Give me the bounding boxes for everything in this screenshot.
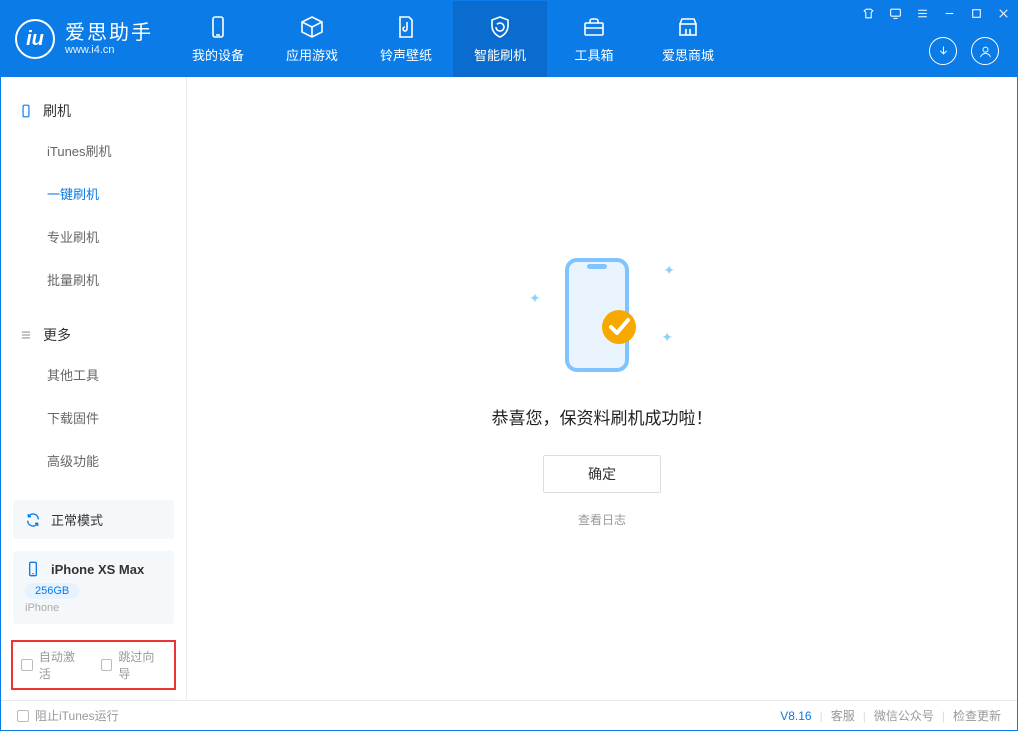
sidebar-item-other-tools[interactable]: 其他工具 — [1, 353, 186, 396]
cube-icon — [300, 15, 324, 39]
nav-label: 爱思商城 — [662, 45, 714, 64]
view-log-link[interactable]: 查看日志 — [578, 511, 626, 528]
phone-success-icon — [557, 255, 647, 375]
nav-store[interactable]: 爱思商城 — [641, 1, 735, 77]
nav-label: 工具箱 — [574, 45, 613, 64]
success-message: 恭喜您，保资料刷机成功啦！ — [492, 404, 713, 429]
app-name-cn: 爱思助手 — [65, 22, 153, 44]
sidebar-item-advanced[interactable]: 高级功能 — [1, 439, 186, 482]
sidebar-item-itunes-flash[interactable]: iTunes刷机 — [1, 129, 186, 172]
sidebar-header-flash: 刷机 — [1, 93, 186, 129]
user-circles — [929, 37, 999, 65]
sidebar-item-batch-flash[interactable]: 批量刷机 — [1, 258, 186, 301]
sparkle-icon: ✦ — [661, 329, 673, 346]
store-icon — [676, 15, 700, 39]
phone-icon — [206, 15, 230, 39]
music-file-icon — [394, 15, 418, 39]
wechat-link[interactable]: 微信公众号 — [874, 707, 934, 724]
nav-apps-games[interactable]: 应用游戏 — [265, 1, 359, 77]
checkbox-icon — [17, 710, 29, 722]
refresh-icon — [25, 512, 41, 528]
skin-icon[interactable] — [860, 5, 876, 21]
window-controls — [860, 5, 1011, 21]
toolbox-icon — [582, 15, 606, 39]
maximize-icon[interactable] — [968, 5, 984, 21]
app-window: iu 爱思助手 www.i4.cn 我的设备 应用游戏 铃声壁纸 智能刷机 — [0, 0, 1018, 731]
nav-ringtone-wallpaper[interactable]: 铃声壁纸 — [359, 1, 453, 77]
nav-my-device[interactable]: 我的设备 — [171, 1, 265, 77]
options-row: 自动激活 跳过向导 — [11, 640, 176, 690]
ok-button[interactable]: 确定 — [543, 455, 661, 493]
sidebar-spacer — [1, 482, 186, 492]
app-name-en: www.i4.cn — [65, 44, 153, 56]
logo-text: 爱思助手 www.i4.cn — [65, 22, 153, 56]
version-label: V8.16 — [780, 709, 811, 723]
device-row: iPhone XS Max — [25, 561, 162, 577]
skip-guide-label: 跳过向导 — [118, 648, 166, 682]
top-nav: 我的设备 应用游戏 铃声壁纸 智能刷机 工具箱 爱思商城 — [171, 1, 735, 77]
minimize-icon[interactable] — [941, 5, 957, 21]
device-name: iPhone XS Max — [51, 562, 144, 577]
refresh-shield-icon — [488, 15, 512, 39]
checkbox-icon — [21, 659, 33, 671]
sidebar: 刷机 iTunes刷机 一键刷机 专业刷机 批量刷机 更多 其他工具 下载固件 — [1, 77, 187, 700]
device-phone-icon — [25, 561, 41, 577]
nav-label: 应用游戏 — [286, 45, 338, 64]
titlebar: iu 爱思助手 www.i4.cn 我的设备 应用游戏 铃声壁纸 智能刷机 — [1, 1, 1017, 77]
nav-toolbox[interactable]: 工具箱 — [547, 1, 641, 77]
sparkle-icon: ✦ — [529, 290, 541, 307]
sidebar-item-pro-flash[interactable]: 专业刷机 — [1, 215, 186, 258]
device-box[interactable]: iPhone XS Max 256GB iPhone — [13, 551, 174, 624]
mode-label: 正常模式 — [51, 510, 103, 529]
support-link[interactable]: 客服 — [831, 707, 855, 724]
close-icon[interactable] — [995, 5, 1011, 21]
main-content: ✦ ✦ ✦ 恭喜您，保资料刷机成功啦！ 确定 查看日志 — [187, 77, 1017, 700]
sidebar-header-more: 更多 — [1, 317, 186, 353]
auto-activate-label: 自动激活 — [39, 648, 87, 682]
menu-icon[interactable] — [914, 5, 930, 21]
separator: | — [820, 709, 823, 723]
nav-label: 铃声壁纸 — [380, 45, 432, 64]
checkbox-icon — [101, 659, 113, 671]
nav-label: 智能刷机 — [474, 45, 526, 64]
sidebar-title: 刷机 — [43, 101, 71, 121]
list-icon — [19, 328, 33, 342]
separator: | — [942, 709, 945, 723]
sidebar-items-more: 其他工具 下载固件 高级功能 — [1, 353, 186, 482]
sparkle-icon: ✦ — [663, 262, 675, 279]
phone-small-icon — [19, 104, 33, 118]
sidebar-item-oneclick-flash[interactable]: 一键刷机 — [1, 172, 186, 215]
sidebar-items-flash: iTunes刷机 一键刷机 专业刷机 批量刷机 — [1, 129, 186, 301]
device-type: iPhone — [25, 602, 162, 614]
block-itunes-checkbox[interactable]: 阻止iTunes运行 — [17, 707, 119, 724]
separator: | — [863, 709, 866, 723]
sidebar-section-more: 更多 其他工具 下载固件 高级功能 — [1, 301, 186, 482]
sidebar-section-flash: 刷机 iTunes刷机 一键刷机 专业刷机 批量刷机 — [1, 77, 186, 301]
mode-box[interactable]: 正常模式 — [13, 500, 174, 539]
statusbar: 阻止iTunes运行 V8.16 | 客服 | 微信公众号 | 检查更新 — [1, 700, 1017, 730]
skip-guide-checkbox[interactable]: 跳过向导 — [101, 648, 167, 682]
statusbar-right: V8.16 | 客服 | 微信公众号 | 检查更新 — [780, 707, 1001, 724]
sidebar-title: 更多 — [43, 325, 71, 345]
logo[interactable]: iu 爱思助手 www.i4.cn — [1, 1, 171, 77]
body: 刷机 iTunes刷机 一键刷机 专业刷机 批量刷机 更多 其他工具 下载固件 — [1, 77, 1017, 700]
check-update-link[interactable]: 检查更新 — [953, 707, 1001, 724]
block-itunes-label: 阻止iTunes运行 — [35, 707, 119, 724]
device-capacity: 256GB — [25, 583, 79, 599]
logo-icon: iu — [15, 19, 55, 59]
auto-activate-checkbox[interactable]: 自动激活 — [21, 648, 87, 682]
success-illustration: ✦ ✦ ✦ — [537, 250, 667, 380]
download-circle-icon[interactable] — [929, 37, 957, 65]
nav-smart-flash[interactable]: 智能刷机 — [453, 1, 547, 77]
feedback-icon[interactable] — [887, 5, 903, 21]
user-circle-icon[interactable] — [971, 37, 999, 65]
nav-label: 我的设备 — [192, 45, 244, 64]
sidebar-item-download-firmware[interactable]: 下载固件 — [1, 396, 186, 439]
